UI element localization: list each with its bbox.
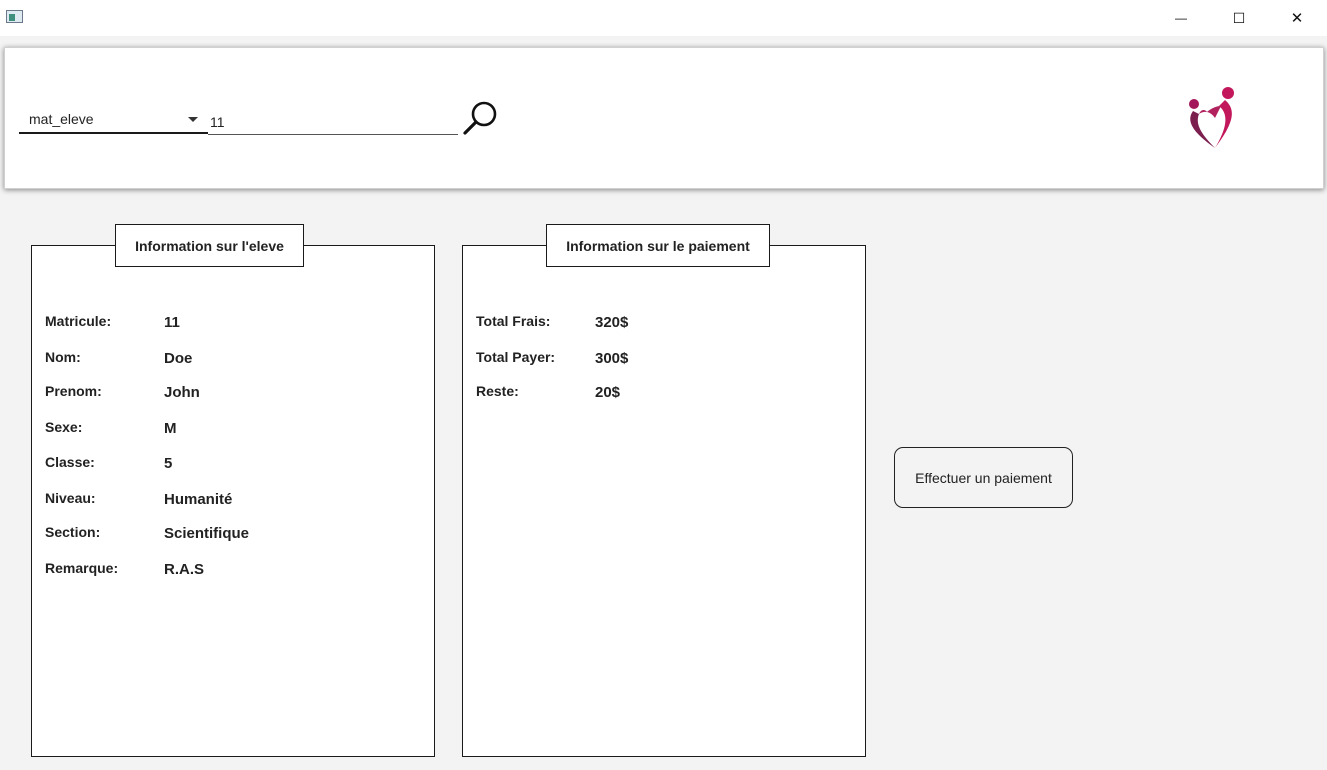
label-niveau: Niveau: — [45, 490, 96, 506]
value-sexe: M — [164, 420, 177, 437]
close-icon: ✕ — [1290, 10, 1304, 27]
minimize-button[interactable]: — — [1152, 0, 1210, 36]
chevron-down-icon — [188, 117, 198, 122]
maximize-icon: ☐ — [1232, 9, 1246, 26]
label-prenom: Prenom: — [45, 383, 102, 399]
minimize-icon: — — [1175, 11, 1187, 25]
value-reste: 20$ — [595, 384, 621, 401]
payment-info-panel: Information sur le paiement Total Frais:… — [462, 224, 866, 757]
student-info-panel: Information sur l'eleve Matricule: 11 No… — [31, 224, 435, 757]
label-remarque: Remarque: — [45, 560, 119, 576]
close-button[interactable]: ✕ — [1268, 0, 1326, 36]
label-section: Section: — [45, 524, 101, 540]
label-sexe: Sexe: — [45, 419, 83, 435]
maximize-button[interactable]: ☐ — [1210, 0, 1268, 36]
value-total-frais: 320$ — [595, 314, 629, 331]
app-logo — [1181, 84, 1243, 150]
value-classe: 5 — [164, 455, 173, 472]
value-total-payer: 300$ — [595, 350, 629, 367]
heart-people-logo-icon — [1189, 87, 1234, 148]
label-matricule: Matricule: — [45, 313, 112, 329]
value-niveau: Humanité — [164, 491, 233, 508]
label-reste: Reste: — [476, 383, 519, 399]
value-section: Scientifique — [164, 525, 250, 542]
label-total-payer: Total Payer: — [476, 349, 556, 365]
payment-info-title: Information sur le paiement — [546, 224, 770, 267]
value-matricule: 11 — [164, 314, 180, 331]
label-classe: Classe: — [45, 454, 95, 470]
search-input[interactable] — [208, 106, 458, 135]
search-field-select[interactable]: mat_eleve — [19, 106, 208, 134]
search-field-select-value: mat_eleve — [29, 111, 94, 127]
magnifier-icon — [463, 101, 497, 135]
value-nom: Doe — [164, 350, 193, 367]
make-payment-button[interactable]: Effectuer un paiement — [894, 447, 1073, 508]
value-prenom: John — [164, 384, 200, 401]
student-info-title: Information sur l'eleve — [115, 224, 304, 267]
title-bar: — ☐ ✕ — [0, 0, 1327, 36]
app-icon — [6, 10, 23, 23]
search-header: mat_eleve — [4, 47, 1324, 189]
value-remarque: R.A.S — [164, 561, 205, 578]
search-button[interactable] — [460, 98, 500, 138]
label-total-frais: Total Frais: — [476, 313, 551, 329]
label-nom: Nom: — [45, 349, 81, 365]
